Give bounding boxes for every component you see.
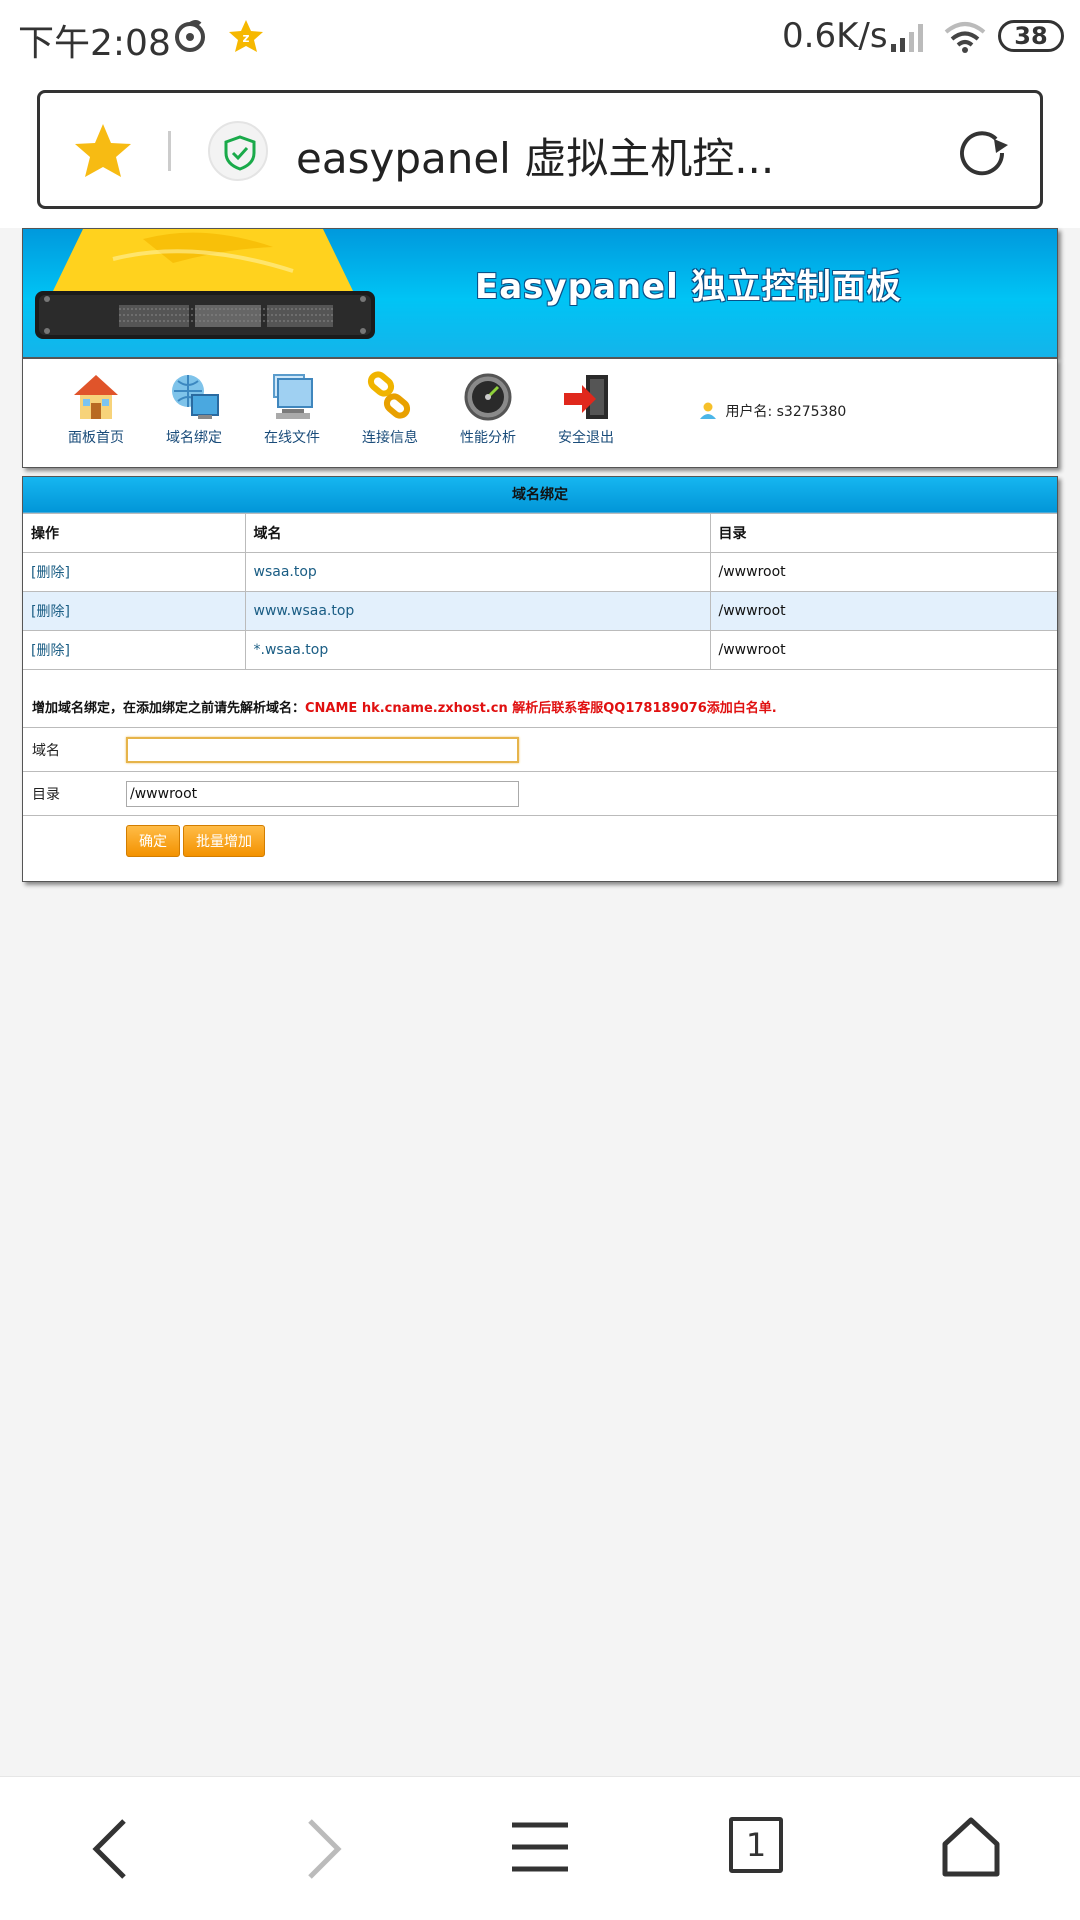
browser-toolbar: easypanel 虚拟主机控... <box>0 74 1080 228</box>
nav-item-domain[interactable]: 域名绑定 <box>149 371 239 447</box>
dir-field-label: 目录 <box>32 787 60 803</box>
nav-label-domain: 域名绑定 <box>166 430 222 446</box>
forward-icon[interactable] <box>304 1817 344 1881</box>
wifi-icon <box>944 22 986 53</box>
nav-item-connection[interactable]: 连接信息 <box>345 371 435 447</box>
table-row: [删除] *.wsaa.top /wwwroot <box>23 630 1057 670</box>
banner-title: Easypanel 独立控制面板 <box>475 267 902 307</box>
dir-input[interactable] <box>126 781 519 807</box>
panel-domain-binding: 域名绑定 操作 域名 目录 [删除] wsaa.top /wwwroot [删除… <box>22 476 1058 882</box>
domain-form-row: 域名 <box>23 727 1057 771</box>
back-icon[interactable] <box>90 1817 130 1881</box>
home-nav-icon[interactable] <box>942 1817 1000 1877</box>
web-page: Easypanel 独立控制面板 面板首页 域名绑定 在线文件 连接信息 性能分… <box>0 228 1080 1776</box>
svg-text:z: z <box>243 31 250 45</box>
nav-item-logout[interactable]: 安全退出 <box>541 371 631 447</box>
panel-banner: Easypanel 独立控制面板 <box>22 228 1058 358</box>
bookmark-star-icon[interactable] <box>73 122 133 180</box>
dir-cell: /wwwroot <box>709 591 1057 631</box>
security-shield-badge[interactable] <box>208 121 268 181</box>
domain-table: 操作 域名 目录 [删除] wsaa.top /wwwroot [删除] www… <box>23 513 1057 670</box>
dir-cell: /wwwroot <box>709 630 1057 670</box>
domain-field-label: 域名 <box>32 743 60 759</box>
domain-cell[interactable]: *.wsaa.top <box>244 630 711 670</box>
address-divider <box>168 131 171 171</box>
nav-label-files: 在线文件 <box>264 430 320 446</box>
network-speed: 0.6K/s <box>782 16 888 56</box>
address-bar[interactable]: easypanel 虚拟主机控... <box>37 90 1043 209</box>
nav-item-files[interactable]: 在线文件 <box>247 371 337 447</box>
user-icon <box>700 402 716 419</box>
table-row: [删除] www.wsaa.top /wwwroot <box>23 591 1057 631</box>
notice-highlight: CNAME hk.cname.zxhost.cn 解析后联系客服QQ178189… <box>305 701 777 716</box>
domain-globe-icon <box>172 375 219 419</box>
delete-link[interactable]: [删除] <box>31 604 70 620</box>
dir-cell: /wwwroot <box>709 552 1057 592</box>
domain-input[interactable] <box>126 737 519 763</box>
panel-nav: 面板首页 域名绑定 在线文件 连接信息 性能分析 安全退出 用户名: s3275… <box>22 358 1058 468</box>
table-header-row: 操作 域名 目录 <box>23 513 1057 553</box>
table-row: [删除] wsaa.top /wwwroot <box>23 552 1057 592</box>
reload-icon[interactable] <box>952 123 1012 183</box>
shield-check-icon <box>224 135 256 171</box>
nav-label-home: 面板首页 <box>68 430 124 446</box>
add-binding-notice: 增加域名绑定，在添加绑定之前请先解析域名：CNAME hk.cname.zxho… <box>32 697 777 716</box>
signal-strength-icon <box>891 24 923 52</box>
performance-gauge-icon <box>464 373 512 421</box>
nav-label-logout: 安全退出 <box>558 430 614 446</box>
logout-door-icon <box>564 375 608 419</box>
domain-cell[interactable]: www.wsaa.top <box>244 591 711 631</box>
status-time: 下午2:08 <box>18 23 171 64</box>
username-text: 用户名: s3275380 <box>725 404 847 420</box>
server-rack-logo <box>35 229 375 339</box>
status-bar: 下午2:08 z 0.6K/s 38 <box>0 0 1080 74</box>
nav-label-performance: 性能分析 <box>460 430 516 446</box>
browser-bottom-nav: 1 <box>0 1776 1080 1920</box>
col-header-action: 操作 <box>23 513 246 553</box>
dir-form-row: 目录 <box>23 771 1057 815</box>
delete-link[interactable]: [删除] <box>31 565 70 581</box>
notice-prefix: 增加域名绑定，在添加绑定之前请先解析域名： <box>32 701 306 716</box>
submit-button[interactable]: 确定 <box>126 825 180 857</box>
tabs-button[interactable]: 1 <box>729 1817 783 1873</box>
file-manager-icon <box>273 374 313 419</box>
delete-link[interactable]: [删除] <box>31 643 70 659</box>
page-title-in-address[interactable]: easypanel 虚拟主机控... <box>296 125 816 186</box>
nav-item-performance[interactable]: 性能分析 <box>443 371 533 447</box>
batch-add-button[interactable]: 批量增加 <box>183 825 265 857</box>
username-display: 用户名: s3275380 <box>699 401 846 421</box>
netease-music-icon <box>175 20 205 52</box>
col-header-dir: 目录 <box>709 513 1057 553</box>
nav-item-home[interactable]: 面板首页 <box>51 371 141 447</box>
home-icon <box>74 375 118 419</box>
link-chain-icon <box>367 371 411 419</box>
menu-icon[interactable] <box>510 1817 570 1877</box>
zhihu-star-icon: z <box>229 20 263 52</box>
domain-cell[interactable]: wsaa.top <box>244 552 711 592</box>
domain-table-title: 域名绑定 <box>23 477 1057 513</box>
battery-level: 38 <box>998 20 1064 52</box>
form-buttons-row: 确定 批量增加 <box>23 815 1057 875</box>
col-header-domain: 域名 <box>244 513 711 553</box>
nav-label-connection: 连接信息 <box>362 430 418 446</box>
